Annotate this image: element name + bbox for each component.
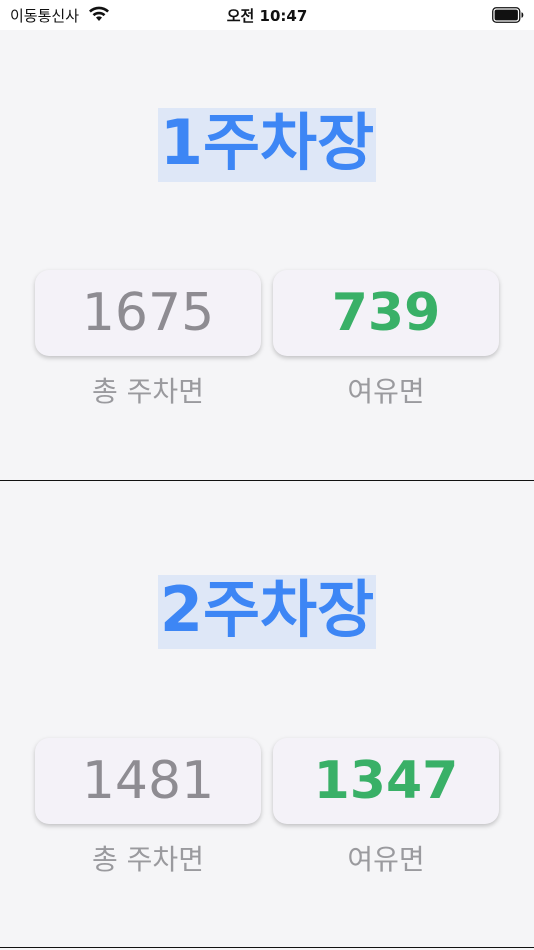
total-spaces-card: 1481: [35, 738, 261, 824]
available-spaces-card: 739: [273, 270, 499, 356]
battery-icon: [492, 7, 524, 23]
section-divider: [0, 480, 534, 481]
total-spaces-label: 총 주차면: [92, 843, 204, 876]
lot-title: 2주차장: [157, 575, 377, 649]
total-spaces-label: 총 주차면: [92, 375, 204, 408]
total-spaces-card: 1675: [35, 270, 261, 356]
available-spaces-label: 여유면: [347, 375, 425, 408]
available-spaces-count: 1347: [313, 751, 459, 811]
parking-lot-2: 2주차장 1481 1347 총 주차면 여유면: [0, 497, 534, 947]
section-divider: [0, 947, 534, 948]
total-spaces-count: 1675: [81, 283, 215, 343]
available-spaces-count: 739: [331, 283, 441, 343]
lot-title: 1주차장: [157, 108, 377, 182]
clock: 오전 10:47: [226, 7, 308, 25]
available-spaces-card: 1347: [273, 738, 499, 824]
total-spaces-count: 1481: [81, 751, 215, 811]
status-bar: 이동통신사 오전 10:47: [0, 0, 534, 30]
available-spaces-label: 여유면: [347, 843, 425, 876]
parking-lot-1: 1주차장 1675 739 총 주차면 여유면: [0, 30, 534, 480]
